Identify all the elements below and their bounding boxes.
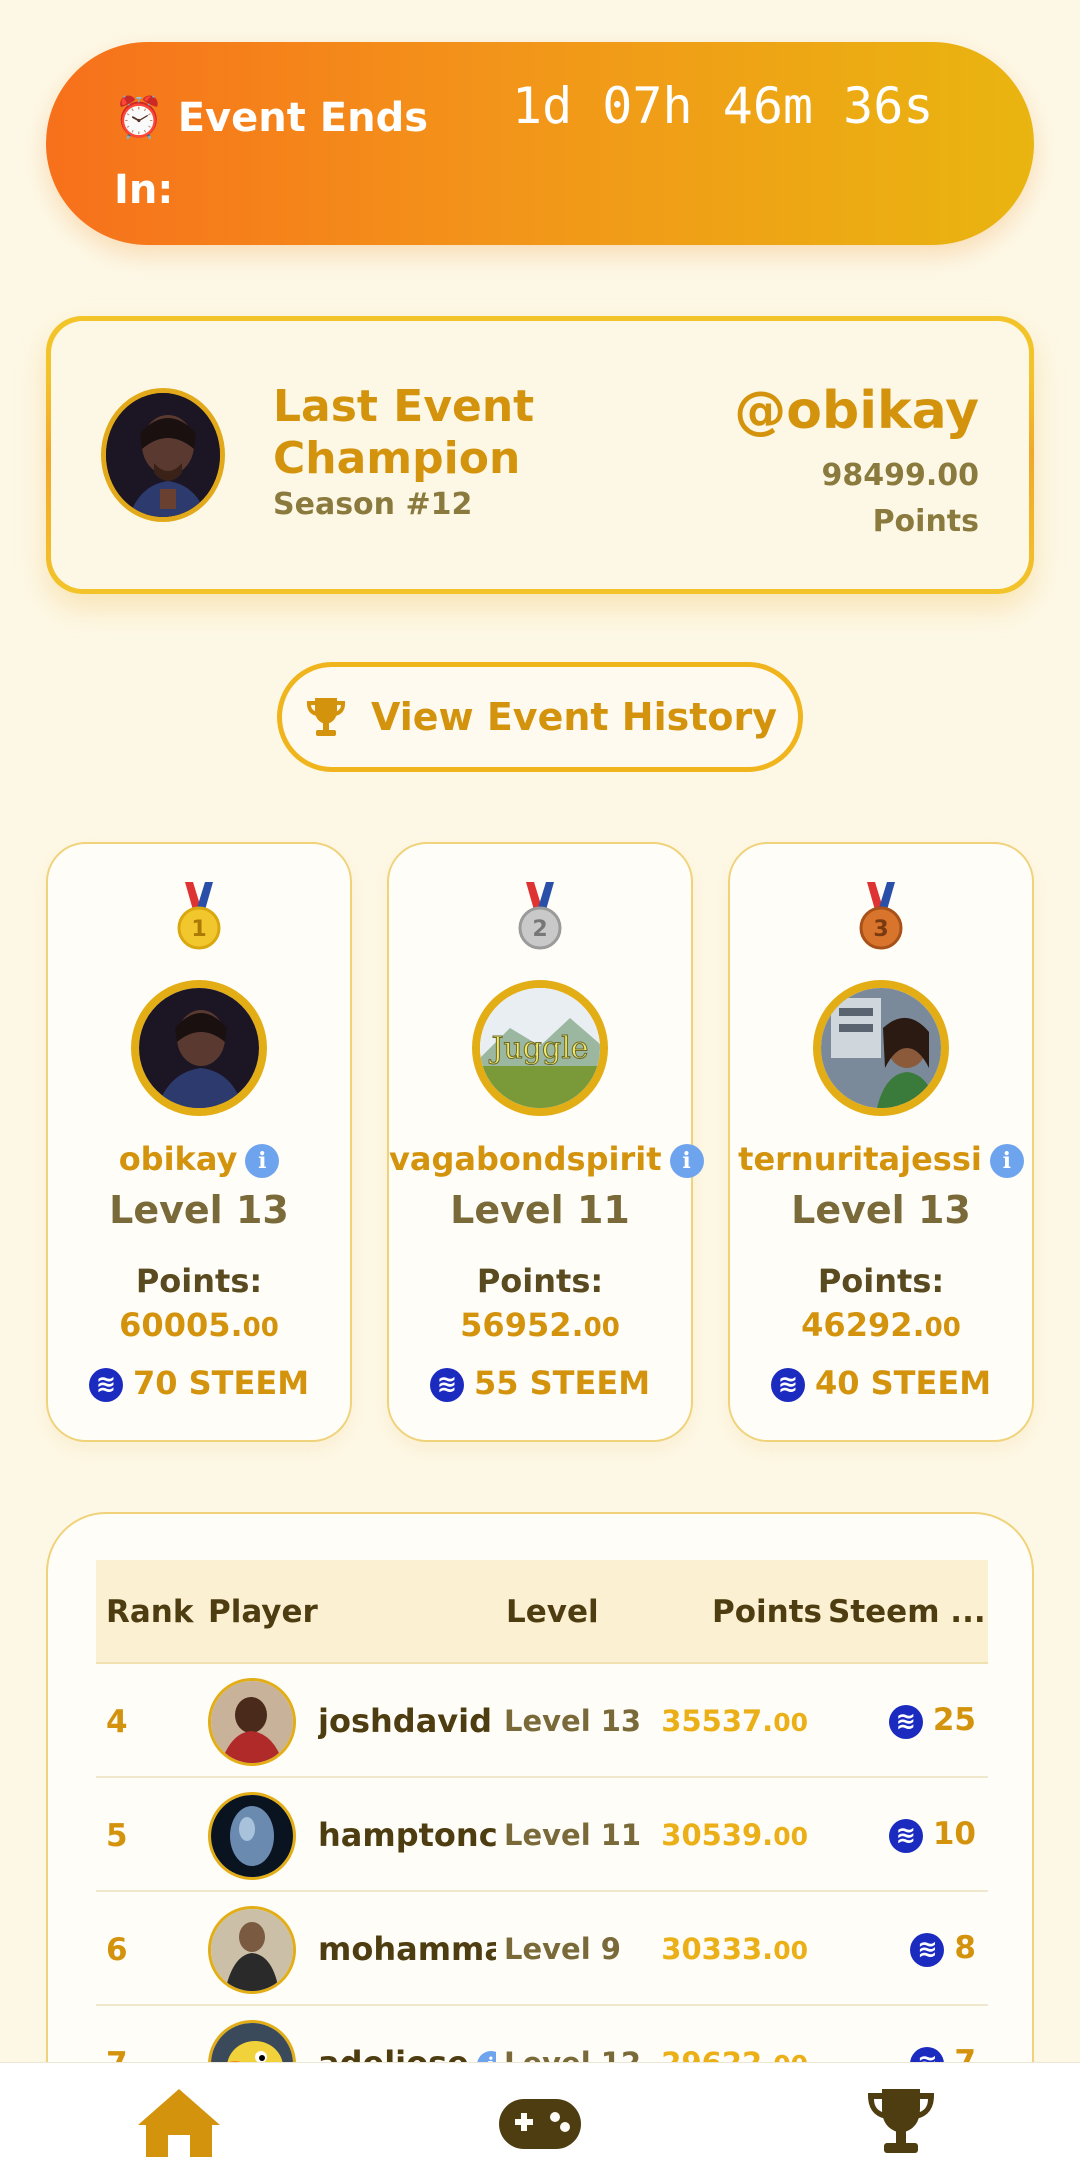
bronze-medal-icon: 3 [859,882,903,956]
row-level: Level 9 [504,1932,621,1966]
view-event-history-button[interactable]: View Event History [277,662,803,772]
podium-card-first[interactable]: 1 obikayi Level 13 Points: 60005.00 70 S… [46,842,352,1442]
row-avatar [208,1678,296,1766]
champion-avatar [101,388,225,522]
podium-level: Level 11 [450,1188,630,1232]
champion-points-label: Points [872,504,979,539]
champion-title: Last Event Champion [273,381,535,484]
champion-points: 98499.00 Points [821,453,979,545]
podium-level: Level 13 [109,1188,289,1232]
header-points[interactable]: Points [712,1594,822,1630]
podium-reward: 70 STEEM [48,1364,350,1402]
header-player[interactable]: Player [208,1594,318,1630]
row-player-name[interactable]: joshdavid [318,1702,496,1740]
podium-points-label: Points: [817,1262,945,1300]
podium-level: Level 13 [791,1188,971,1232]
header-level[interactable]: Level [506,1594,599,1630]
bottom-navigation [0,2062,1080,2177]
header-steem[interactable]: Steem ... [828,1594,986,1630]
steem-icon [88,1366,123,1402]
trophy-icon [867,2089,935,2153]
header-rank[interactable]: Rank [106,1594,193,1630]
avatar-text: Juggle [488,1031,588,1066]
row-avatar [208,1906,296,1994]
row-rank: 4 [106,1704,128,1740]
nav-leaderboard[interactable] [856,2085,946,2159]
row-level: Level 11 [504,1818,642,1852]
podium-card-third[interactable]: 3 ternuritajessi i Level 13 Points: 46292… [728,842,1034,1442]
podium-points-value: 46292.00 [801,1306,961,1344]
info-icon[interactable]: i [245,1144,280,1178]
countdown-timer: 1d 07h 46m 36s [512,77,934,135]
podium-avatar [131,980,267,1116]
podium-username[interactable]: vagabondspirit i [389,1140,704,1178]
podium-card-second[interactable]: 2 Juggle vagabondspirit i Level 11 Points… [387,842,704,1442]
event-countdown-banner: ⏰ Event Ends In: 1d 07h 46m 36s [46,42,1034,245]
podium-reward: 40 STEEM [730,1364,1032,1402]
steem-icon [429,1366,464,1402]
steem-icon [910,1931,945,1967]
row-level: Level 13 [504,1704,642,1738]
podium-avatar [813,980,949,1116]
info-icon[interactable]: i [989,1144,1024,1178]
podium-points-label: Points: [476,1262,604,1300]
row-points: 35537.00 [661,1704,808,1738]
row-rank: 5 [106,1818,128,1854]
row-player-name[interactable]: mohammad [318,1930,496,1968]
table-row[interactable]: 6 mohammad Level 9 30333.00 8 [96,1892,988,2006]
medal-number: 3 [873,917,888,942]
row-avatar [208,1792,296,1880]
podium-points-label: Points: [135,1262,263,1300]
table-header: Rank Player Level Points Steem ... [96,1560,988,1664]
row-points: 30333.00 [661,1932,808,1966]
gold-medal-icon: 1 [177,882,221,956]
gamepad-icon [499,2099,581,2149]
podium-username[interactable]: obikay i [48,1140,350,1178]
info-icon[interactable]: i [669,1144,704,1178]
steem-icon [888,1817,923,1853]
row-points: 30539.00 [661,1818,808,1852]
podium-avatar: Juggle [472,980,608,1116]
silver-medal-icon: 2 [518,882,562,956]
row-steem: 10 [888,1816,976,1853]
podium-username[interactable]: ternuritajessi i [730,1140,1032,1178]
row-player-name[interactable]: hamptoncc [318,1816,496,1854]
nav-home[interactable] [134,2085,224,2159]
steem-icon [888,1703,923,1739]
trophy-icon [306,698,346,736]
nav-games[interactable] [495,2085,585,2159]
podium-reward: 55 STEEM [389,1364,691,1402]
champion-points-value: 98499.00 [821,458,979,493]
medal-number: 2 [532,917,547,942]
home-icon [138,2089,220,2157]
row-rank: 6 [106,1932,128,1968]
row-steem: 25 [888,1702,976,1739]
last-champion-card: Last Event Champion Season #12 @obikay 9… [46,316,1034,594]
countdown-label: ⏰ Event Ends In: [114,95,429,213]
champion-season: Season #12 [273,487,473,522]
podium-points-value: 56952.00 [460,1306,620,1344]
steem-icon [770,1366,805,1402]
view-event-history-label: View Event History [370,695,778,739]
table-row[interactable]: 5 hamptoncc Level 11 30539.00 10 [96,1778,988,1892]
table-row[interactable]: 4 joshdavid Level 13 35537.00 25 [96,1664,988,1778]
podium-points-value: 60005.00 [119,1306,279,1344]
champion-handle[interactable]: @obikay [734,381,979,441]
medal-number: 1 [191,917,206,942]
row-steem: 8 [910,1930,976,1967]
